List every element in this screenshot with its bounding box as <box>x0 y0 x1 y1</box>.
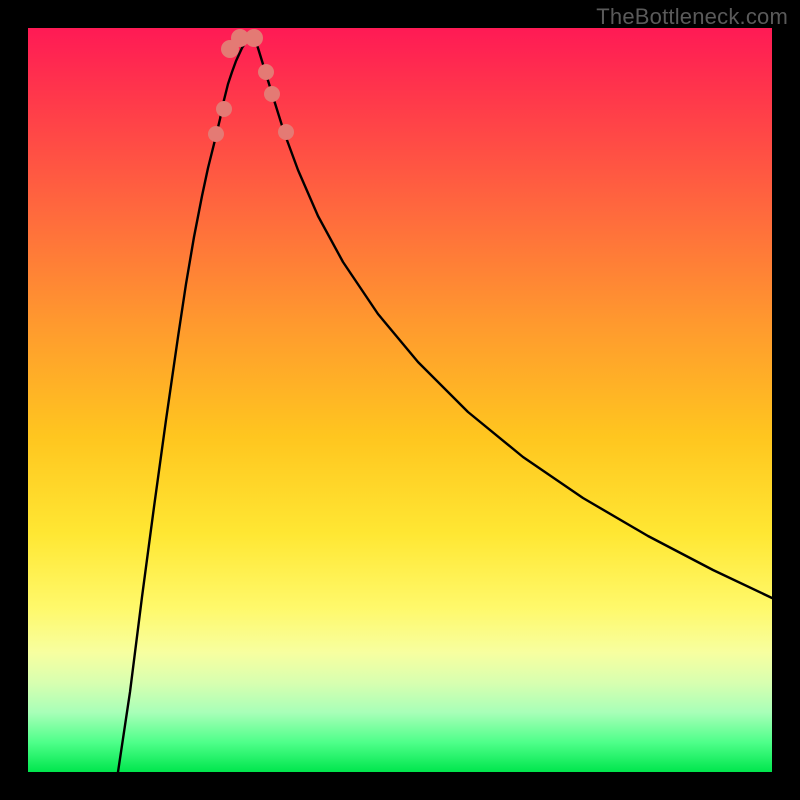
data-marker <box>258 64 274 80</box>
curve-layer <box>28 28 772 772</box>
curve-left-branch <box>118 32 252 772</box>
data-marker <box>216 101 232 117</box>
chart-frame: TheBottleneck.com <box>0 0 800 800</box>
plot-area <box>28 28 772 772</box>
data-marker <box>264 86 280 102</box>
data-marker <box>278 124 294 140</box>
data-marker <box>208 126 224 142</box>
data-marker <box>245 29 263 47</box>
watermark-text: TheBottleneck.com <box>596 4 788 30</box>
curve-right-branch <box>252 32 772 598</box>
